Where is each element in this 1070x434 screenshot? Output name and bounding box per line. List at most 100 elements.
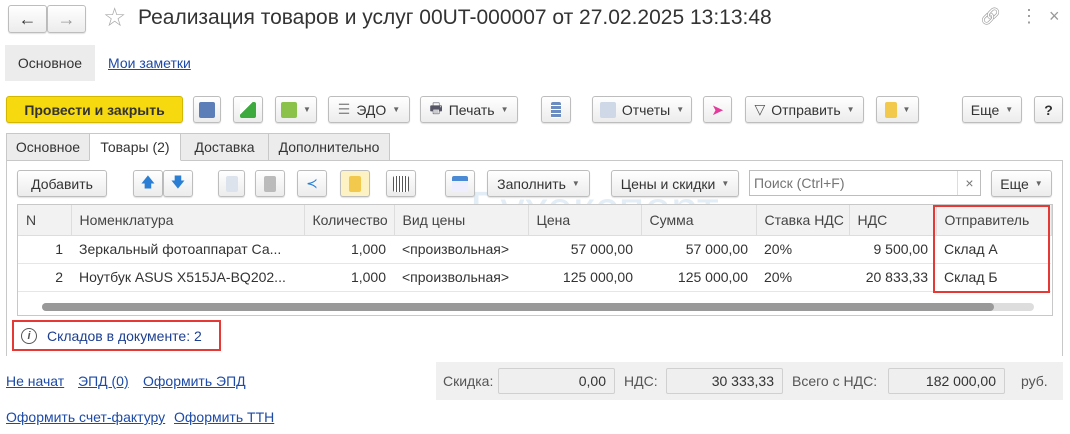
section-notes[interactable]: Мои заметки xyxy=(108,55,191,71)
window-title: Реализация товаров и услуг 00UT-000007 о… xyxy=(138,6,772,29)
favorite-star-icon[interactable]: ☆ xyxy=(103,2,126,33)
items-more-button[interactable]: Еще ▼ xyxy=(991,170,1052,197)
cell-vat-rate: 20% xyxy=(756,263,849,292)
vat-field: 30 333,33 xyxy=(666,368,783,394)
check-icon xyxy=(452,175,468,192)
printer-icon: 🖶 xyxy=(429,99,443,116)
create-epd-link[interactable]: Оформить ЭПД xyxy=(143,373,246,389)
paste-button[interactable] xyxy=(255,170,285,197)
save-icon xyxy=(199,101,215,118)
scrollbar-thumb[interactable] xyxy=(42,303,995,311)
arrow-up-icon: 🡅 xyxy=(140,173,156,190)
table-header: N Номенклатура Количество Вид цены Цена … xyxy=(18,205,1052,236)
journal-button[interactable] xyxy=(541,96,571,123)
create-ttn-link[interactable]: Оформить ТТН xyxy=(174,409,274,425)
warehouses-info: i Складов в документе: 2 xyxy=(12,320,221,351)
cell-nomenclature: Зеркальный фотоаппарат Са... xyxy=(71,235,304,264)
post-button[interactable] xyxy=(233,96,263,123)
discount-field: 0,00 xyxy=(498,368,615,394)
info-icon: i xyxy=(21,327,37,344)
cell-sum: 57 000,00 xyxy=(641,235,756,264)
col-n[interactable]: N xyxy=(18,205,72,236)
tab-delivery[interactable]: Доставка xyxy=(180,133,269,161)
cell-quantity: 1,000 xyxy=(304,235,394,264)
cell-quantity: 1,000 xyxy=(304,263,394,292)
close-icon[interactable]: × xyxy=(1049,6,1060,27)
back-button[interactable]: ← xyxy=(8,5,47,33)
cell-sum: 125 000,00 xyxy=(641,263,756,292)
status-link[interactable]: Не начат xyxy=(6,373,64,389)
col-sum[interactable]: Сумма xyxy=(641,205,757,236)
list-icon xyxy=(551,101,561,118)
more-icon[interactable]: ⋮ xyxy=(1020,6,1038,27)
fill-button[interactable]: Заполнить ▼ xyxy=(487,170,590,197)
vat-label: НДС: xyxy=(624,373,658,389)
move-down-button[interactable]: 🡇 xyxy=(163,170,193,197)
split-icon: ≺ xyxy=(306,175,318,191)
cell-n: 1 xyxy=(18,235,71,264)
table-row[interactable]: 1 Зеркальный фотоаппарат Са... 1,000 <пр… xyxy=(18,235,1051,264)
horizontal-scrollbar[interactable] xyxy=(42,303,1034,311)
split-button[interactable]: ≺ xyxy=(297,170,327,197)
epd-link[interactable]: ЭПД (0) xyxy=(78,373,129,389)
help-button[interactable]: ? xyxy=(1034,96,1063,123)
total-field: 182 000,00 xyxy=(888,368,1005,394)
select-icon xyxy=(349,175,361,192)
attachment-icon xyxy=(884,101,897,118)
barcode-icon xyxy=(393,175,409,192)
col-vat-rate[interactable]: Ставка НДС xyxy=(756,205,850,236)
post-and-close-button[interactable]: Провести и закрыть xyxy=(6,96,183,123)
check-button[interactable] xyxy=(445,170,475,197)
cell-price-type: <произвольная> xyxy=(394,263,528,292)
create-based-button[interactable]: ▼ xyxy=(275,96,317,123)
tab-additional[interactable]: Дополнительно xyxy=(268,133,390,161)
cell-vat: 9 500,00 xyxy=(849,235,936,264)
edo-connect-button[interactable]: ➤ xyxy=(703,96,732,123)
tab-goods[interactable]: Товары (2) xyxy=(89,133,181,161)
table-row[interactable]: 2 Ноутбук ASUS X515JA-BQ202... 1,000 <пр… xyxy=(18,263,1051,292)
attachments-button[interactable]: ▼ xyxy=(876,96,919,123)
discount-label: Скидка: xyxy=(443,373,494,389)
print-button[interactable]: 🖶 Печать ▼ xyxy=(420,96,518,123)
section-main[interactable]: Основное xyxy=(5,45,95,81)
send-button[interactable]: ▽ Отправить ▼ xyxy=(745,96,864,123)
cell-price-type: <произвольная> xyxy=(394,235,528,264)
cell-vat-rate: 20% xyxy=(756,235,849,264)
cell-price: 57 000,00 xyxy=(528,235,641,264)
col-nomenclature[interactable]: Номенклатура xyxy=(71,205,305,236)
barcode-button[interactable] xyxy=(386,170,416,197)
edo-icon: ☰ xyxy=(337,101,351,117)
goods-table[interactable]: N Номенклатура Количество Вид цены Цена … xyxy=(17,204,1053,316)
reports-icon xyxy=(599,101,616,118)
col-vat[interactable]: НДС xyxy=(849,205,937,236)
cell-vat: 20 833,33 xyxy=(849,263,936,292)
currency-label: руб. xyxy=(1021,373,1048,389)
cell-price: 125 000,00 xyxy=(528,263,641,292)
total-label: Всего с НДС: xyxy=(792,373,878,389)
select-button[interactable] xyxy=(340,170,370,197)
paste-icon xyxy=(264,175,276,192)
search-input[interactable] xyxy=(749,170,981,196)
col-price[interactable]: Цена xyxy=(528,205,642,236)
more-button[interactable]: Еще ▼ xyxy=(962,96,1022,123)
tab-main[interactable]: Основное xyxy=(6,133,90,161)
copy-button[interactable] xyxy=(218,170,245,197)
create-based-icon xyxy=(281,101,298,118)
edo-button[interactable]: ☰ ЭДО ▼ xyxy=(328,96,410,123)
reports-button[interactable]: Отчеты ▼ xyxy=(592,96,692,123)
cell-nomenclature: Ноутбук ASUS X515JA-BQ202... xyxy=(71,263,304,292)
save-button[interactable] xyxy=(193,96,221,123)
search-clear-button[interactable]: × xyxy=(957,171,981,195)
forward-button[interactable]: → xyxy=(47,5,86,33)
col-price-type[interactable]: Вид цены xyxy=(394,205,529,236)
copy-icon xyxy=(225,175,238,192)
cell-n: 2 xyxy=(18,263,71,292)
move-up-button[interactable]: 🡅 xyxy=(133,170,163,197)
post-icon xyxy=(240,101,256,118)
create-invoice-link[interactable]: Оформить счет-фактуру xyxy=(6,409,165,425)
sender-highlight xyxy=(933,205,1050,293)
prices-discounts-button[interactable]: Цены и скидки ▼ xyxy=(611,170,739,197)
col-quantity[interactable]: Количество xyxy=(304,205,395,236)
add-button[interactable]: Добавить xyxy=(17,170,107,197)
link-icon[interactable]: 🔗︎ xyxy=(980,7,1002,27)
